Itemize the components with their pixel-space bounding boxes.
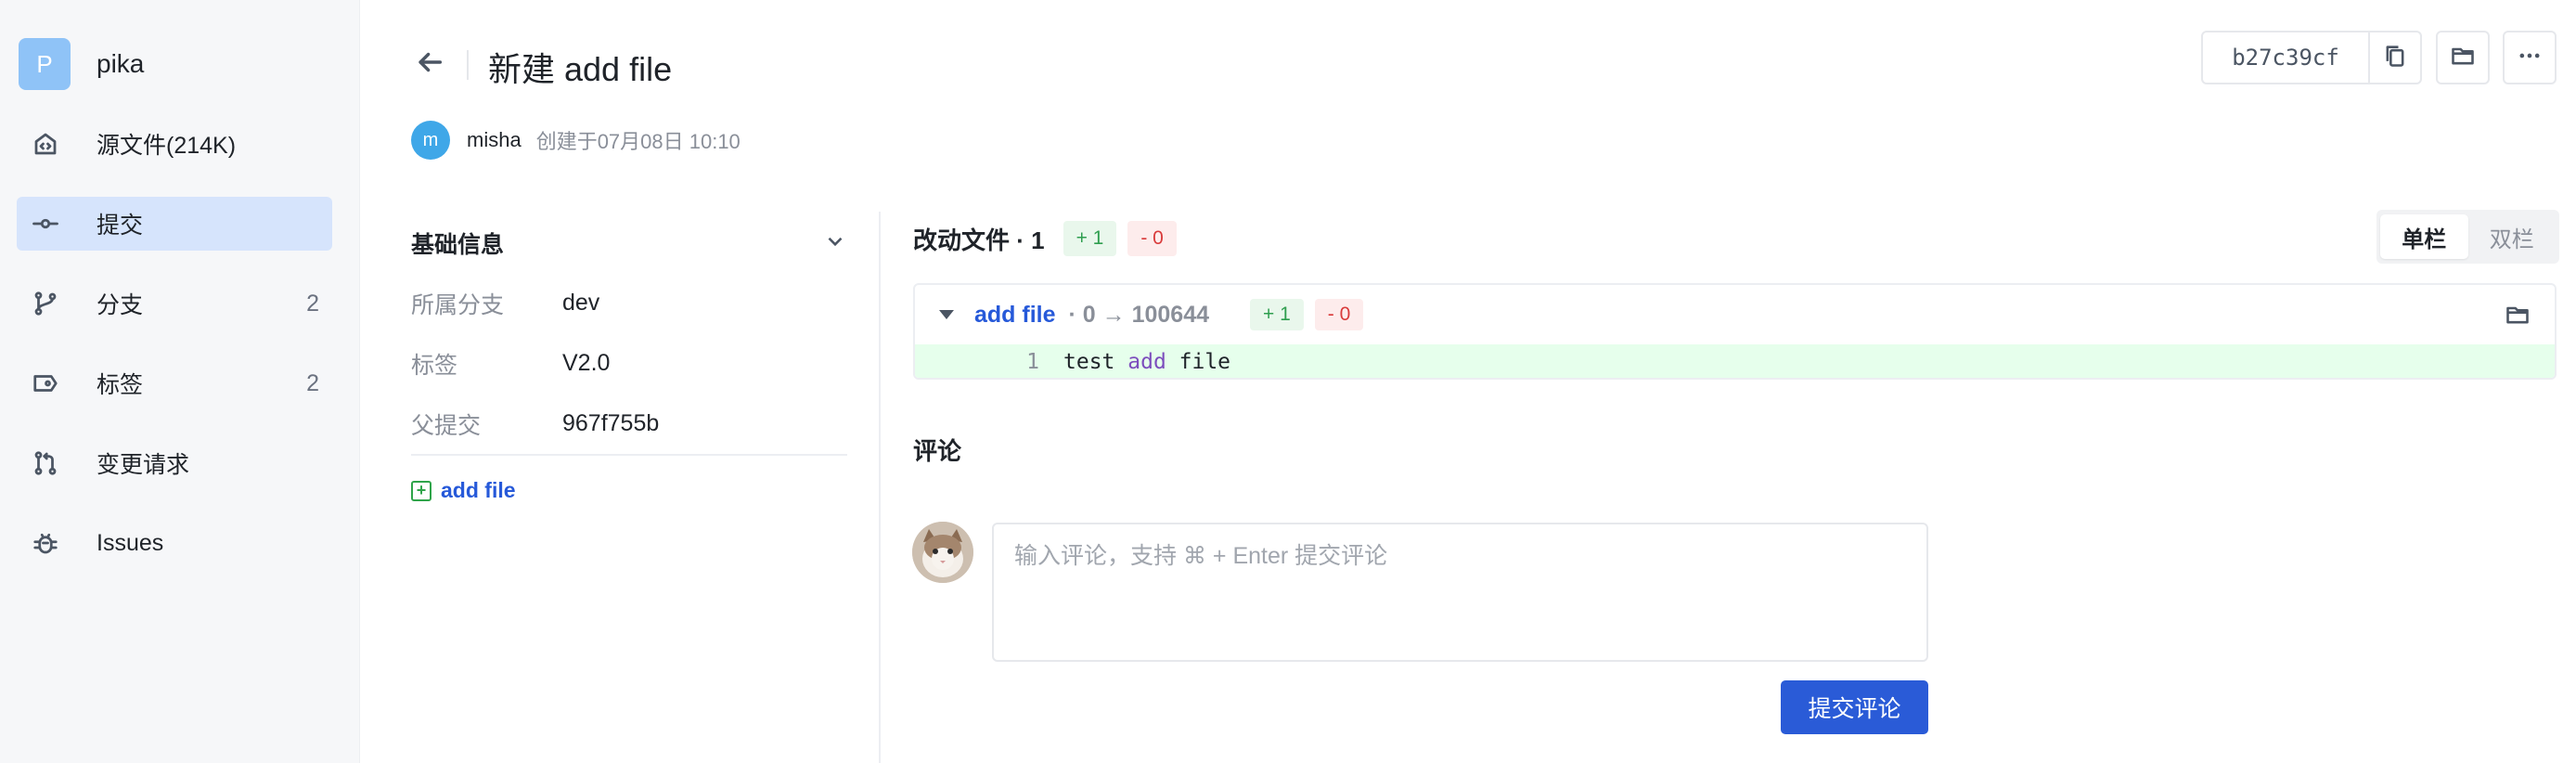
added-count-badge: + 1 [1250,299,1304,330]
sidebar-item-merge-requests[interactable]: 变更请求 [17,436,332,490]
diff-file-header[interactable]: add file · 0 → 100644 + 1 - 0 [915,285,2555,344]
code-text: test [1063,350,1128,374]
view-split-option[interactable]: 双栏 [2468,214,2557,259]
current-user-avatar [912,522,973,583]
sidebar-item-label: Issues [97,529,164,556]
sidebar-item-commits[interactable]: 提交 [17,197,332,251]
view-single-option[interactable]: 单栏 [2380,214,2468,259]
diff-file-name[interactable]: add file [974,302,1056,329]
removed-count-badge: - 0 [1314,299,1364,330]
sidebar-item-issues[interactable]: Issues [17,516,332,570]
info-header[interactable]: 基础信息 [411,213,847,273]
chevron-down-icon[interactable] [823,229,847,258]
repo-avatar: P [19,38,71,90]
more-icon [2517,43,2543,73]
header-divider [467,50,469,80]
tag-icon [30,368,61,399]
info-panel: 基础信息 所属分支 dev 标签 V2.0 父提交 967f755b + add… [411,213,847,503]
diff-line-added: 1 test add file [915,344,2555,378]
changes-header: 改动文件 · 1 + 1 - 0 [913,219,1177,258]
code-line: test add file [1063,350,1230,374]
changes-title: 改动文件 · 1 [913,226,1045,254]
author-name[interactable]: misha [467,128,522,152]
caret-down-icon[interactable] [939,310,954,319]
created-time: 创建于07月08日 10:10 [535,130,741,153]
repo-header[interactable]: P pika [19,37,144,91]
author-row: m misha 创建于07月08日 10:10 [411,121,741,160]
changed-file-label: add file [441,478,516,502]
sidebar-item-tags[interactable]: 标签 2 [17,356,332,410]
sidebar-item-label: 分支 [97,292,144,318]
file-added-icon: + [411,480,431,501]
page-title: 新建 add file [488,50,673,88]
sidebar-item-source[interactable]: 源文件(214K) [17,117,332,171]
sidebar: P pika 源文件(214K) 提交 分支 2 标签 2 变更请求 Issue… [0,0,360,763]
comment-input[interactable]: 输入评论，支持 ⌘ + Enter 提交评论 [992,523,1928,662]
submit-comment-button[interactable]: 提交评论 [1781,680,1928,734]
panel-divider [879,212,881,763]
info-key: 标签 [411,352,458,379]
sidebar-item-label: 变更请求 [97,452,190,478]
sidebar-item-count: 2 [306,290,319,317]
branch-icon [30,288,61,319]
info-value[interactable]: V2.0 [562,350,610,377]
info-title: 基础信息 [411,232,505,258]
browse-files-button[interactable] [2436,31,2490,84]
sidebar-item-branches[interactable]: 分支 2 [17,277,332,330]
code-house-icon [30,128,61,160]
bug-icon [30,527,61,559]
added-count-badge: + 1 [1063,221,1117,256]
view-mode-toggle: 单栏 双栏 [2376,210,2559,264]
sidebar-item-label: 标签 [97,372,144,398]
arrow-left-icon [414,52,445,82]
copy-hash-button[interactable] [2368,31,2422,84]
pull-request-icon [30,447,61,479]
comments-title: 评论 [913,437,962,465]
info-key: 所属分支 [411,291,505,318]
repo-name: pika [97,49,145,78]
code-keyword: add [1127,350,1166,374]
info-row-parent: 父提交 967f755b [411,394,847,454]
info-value[interactable]: 967f755b [562,410,659,437]
removed-count-badge: - 0 [1127,221,1177,256]
line-number: 1 [1026,350,1039,374]
copy-icon [2382,43,2408,73]
more-button[interactable] [2503,31,2557,84]
folder-icon [2450,43,2476,73]
folder-icon[interactable] [2505,302,2531,332]
author-avatar[interactable]: m [411,121,450,160]
sidebar-nav: 源文件(214K) 提交 分支 2 标签 2 变更请求 Issues [17,117,332,596]
info-key: 父提交 [411,412,482,439]
changed-file-link[interactable]: + add file [411,478,847,503]
diff-file-mode: · 0 → 100644 [1068,301,1210,328]
info-row-branch: 所属分支 dev [411,273,847,333]
divider [411,454,847,456]
back-button[interactable] [414,46,451,84]
sidebar-item-count: 2 [306,369,319,396]
sidebar-item-label: 源文件(214K) [97,133,237,159]
commit-hash[interactable]: b27c39cf [2201,31,2370,84]
info-row-tag: 标签 V2.0 [411,333,847,394]
code-text: file [1166,350,1231,374]
diff-file-card: add file · 0 → 100644 + 1 - 0 1 test add… [913,283,2557,380]
sidebar-item-label: 提交 [97,213,144,239]
info-value[interactable]: dev [562,290,599,317]
commit-icon [30,208,61,239]
